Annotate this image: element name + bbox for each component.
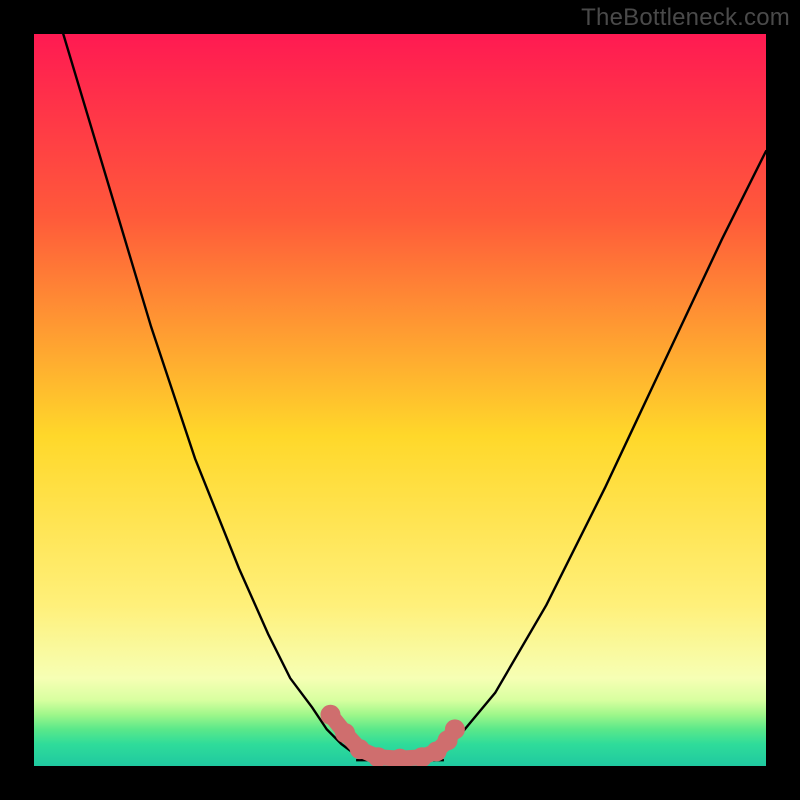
curve-group — [63, 34, 766, 760]
marker-group — [320, 705, 464, 766]
marker-dot — [320, 705, 340, 725]
chart-svg — [34, 34, 766, 766]
chart-area — [34, 34, 766, 766]
right-curve — [429, 151, 766, 759]
outer-frame: TheBottleneck.com — [0, 0, 800, 800]
left-curve — [63, 34, 370, 759]
marker-dot — [350, 739, 370, 759]
marker-dot — [445, 719, 465, 739]
marker-dot — [335, 723, 355, 743]
watermark-text: TheBottleneck.com — [581, 4, 790, 32]
